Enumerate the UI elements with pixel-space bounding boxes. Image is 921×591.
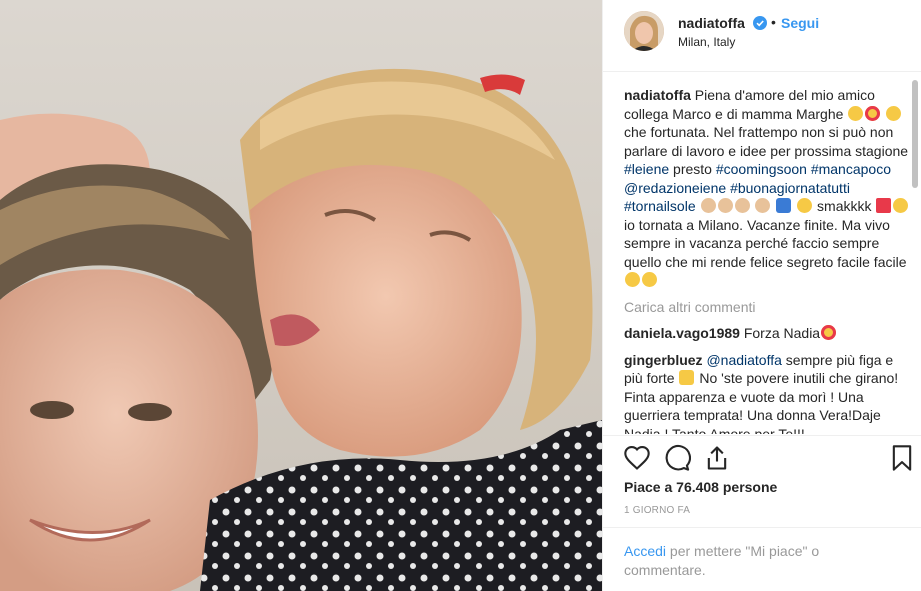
- separator-dot: •: [771, 14, 776, 30]
- caption-text: io tornata a Milano. Vacanze finite. Ma …: [624, 216, 907, 270]
- avatar[interactable]: [624, 11, 664, 51]
- clap-emoji-icon: [717, 198, 733, 213]
- likes-count[interactable]: Piace a 76.408 persone: [624, 479, 777, 495]
- caption-text: smakkkk: [813, 198, 876, 214]
- location-link[interactable]: Milan, Italy: [678, 35, 735, 49]
- bookmark-icon[interactable]: [888, 444, 916, 472]
- flushed-emoji-icon: [848, 105, 864, 121]
- heart-icon[interactable]: [623, 444, 651, 472]
- hashtag-tornailsole[interactable]: #tornailsole: [624, 198, 696, 214]
- clap-emoji-icon: [755, 198, 771, 213]
- share-icon[interactable]: [703, 444, 731, 472]
- follow-button[interactable]: Segui: [781, 15, 819, 31]
- comment-author[interactable]: gingerbluez: [624, 352, 703, 368]
- selfie-image: [0, 0, 602, 591]
- comments-list[interactable]: nadiatoffa Piena d'amore del mio amico c…: [624, 72, 914, 434]
- collision-emoji-icon: [876, 198, 892, 213]
- scream-emoji-icon: [886, 105, 902, 121]
- username[interactable]: nadiatoffa: [678, 15, 745, 31]
- grimace-emoji-icon: [625, 272, 640, 287]
- comment-author[interactable]: daniela.vago1989: [624, 325, 740, 341]
- comments-scrollbar[interactable]: [912, 80, 918, 188]
- clap-emoji-icon: [700, 198, 716, 213]
- post-sidebar: nadiatoffa • Segui Milan, Italy nadiatof…: [602, 0, 921, 591]
- comment-icon[interactable]: [663, 444, 691, 472]
- load-more-comments-link[interactable]: Carica altri commenti: [624, 298, 914, 317]
- comment-item: gingerbluez @nadiatoffa sempre più figa …: [624, 351, 914, 435]
- caption-text: presto: [669, 161, 716, 177]
- comment-text: Forza Nadia: [739, 325, 821, 341]
- login-prompt: Accedi per mettere "Mi piace" o commenta…: [603, 527, 921, 591]
- verified-badge-icon: [753, 16, 767, 30]
- hashtag-leiene[interactable]: #leiene: [624, 161, 669, 177]
- mention-redazioneiene[interactable]: @redazioneiene: [624, 180, 726, 196]
- caption-text: che fortunata. Nel frattempo non si può …: [624, 124, 909, 159]
- post-photo[interactable]: [0, 0, 602, 591]
- kiss-emoji-icon: [893, 198, 909, 213]
- comment-item: daniela.vago1989 Forza Nadia: [624, 324, 914, 343]
- flexed-biceps-emoji-icon: [679, 370, 695, 385]
- heart-eyes-emoji-icon: [821, 325, 837, 340]
- post-header: nadiatoffa • Segui Milan, Italy: [603, 0, 921, 72]
- post-timestamp[interactable]: 1 GIORNO FA: [624, 505, 690, 516]
- login-link[interactable]: Accedi: [624, 543, 666, 559]
- heart-eyes-emoji-icon: [865, 105, 881, 121]
- caption: nadiatoffa Piena d'amore del mio amico c…: [624, 86, 914, 290]
- hashtag-coomingsoon[interactable]: #coomingsoon: [716, 161, 807, 177]
- hashtag-buonagiornatatutti[interactable]: #buonagiornatatutti: [730, 180, 850, 196]
- car-emoji-icon: [776, 198, 792, 213]
- caption-author[interactable]: nadiatoffa: [624, 87, 691, 103]
- clap-emoji-icon: [734, 198, 750, 213]
- smile-emoji-icon: [642, 272, 657, 287]
- action-bar: [603, 435, 921, 475]
- hashtag-mancapoco[interactable]: #mancapoco: [811, 161, 891, 177]
- sun-emoji-icon: [797, 198, 813, 213]
- mention-nadiatoffa[interactable]: @nadiatoffa: [706, 352, 781, 368]
